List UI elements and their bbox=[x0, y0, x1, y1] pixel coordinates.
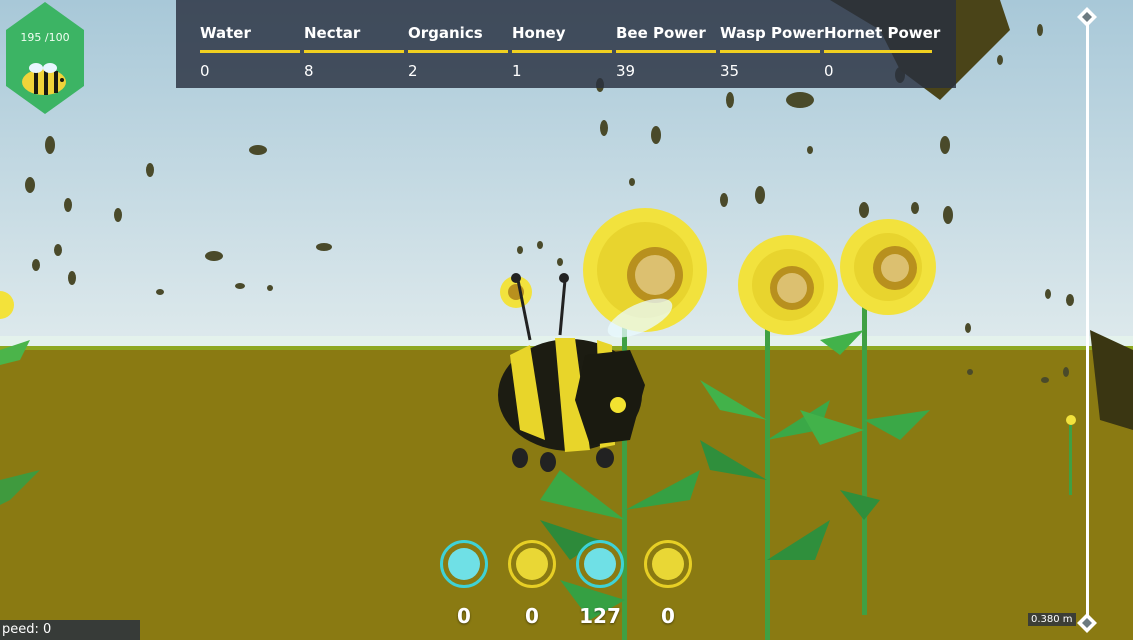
inventory-slot-pollen[interactable] bbox=[644, 540, 692, 588]
inventory-count: 0 bbox=[457, 604, 471, 628]
resource-value: 39 bbox=[616, 62, 636, 80]
resource-divider bbox=[720, 50, 820, 53]
resource-value: 1 bbox=[512, 62, 522, 80]
speed-readout: peed: 0 bbox=[0, 620, 140, 640]
game-scene bbox=[0, 0, 1133, 640]
resource-label: Bee Power bbox=[616, 24, 706, 42]
resource-value: 35 bbox=[720, 62, 740, 80]
resource-nectar: Nectar 8 bbox=[304, 0, 404, 88]
resource-divider bbox=[200, 50, 300, 53]
inventory-slot-water[interactable] bbox=[440, 540, 488, 588]
resource-bee-power: Bee Power 39 bbox=[616, 0, 716, 88]
resource-divider bbox=[408, 50, 508, 53]
inventory-count: 127 bbox=[579, 604, 621, 628]
resource-organics: Organics 2 bbox=[408, 0, 508, 88]
health-readout: 195 /100 bbox=[20, 31, 70, 44]
resource-label: Organics bbox=[408, 24, 483, 42]
pollen-flower-icon bbox=[516, 548, 548, 580]
resource-divider bbox=[512, 50, 612, 53]
water-droplet-icon bbox=[448, 548, 480, 580]
scene-canvas bbox=[0, 0, 1133, 640]
health-hexagon bbox=[6, 2, 84, 114]
resource-value: 2 bbox=[408, 62, 418, 80]
inventory-count: 0 bbox=[661, 604, 675, 628]
resource-honey: Honey 1 bbox=[512, 0, 612, 88]
resource-divider bbox=[616, 50, 716, 53]
resource-panel: Water 0 Nectar 8 Organics 2 Honey 1 Bee … bbox=[176, 0, 956, 88]
inventory-count: 0 bbox=[525, 604, 539, 628]
resource-wasp-power: Wasp Power 35 bbox=[720, 0, 824, 88]
resource-divider bbox=[304, 50, 404, 53]
resource-label: Nectar bbox=[304, 24, 361, 42]
resource-divider bbox=[824, 50, 932, 53]
water-droplet-icon bbox=[584, 548, 616, 580]
resource-hornet-power: Hornet Power 0 bbox=[824, 0, 940, 88]
resource-water: Water 0 bbox=[200, 0, 300, 88]
altitude-top-marker-icon bbox=[1077, 7, 1097, 27]
resource-label: Wasp Power bbox=[720, 24, 824, 42]
altitude-track bbox=[1086, 18, 1089, 620]
resource-label: Honey bbox=[512, 24, 566, 42]
resource-label: Hornet Power bbox=[824, 24, 941, 42]
resource-label: Water bbox=[200, 24, 251, 42]
inventory-slot-pollen[interactable] bbox=[508, 540, 556, 588]
resource-value: 0 bbox=[824, 62, 834, 80]
resource-value: 0 bbox=[200, 62, 210, 80]
pollen-flower-icon bbox=[652, 548, 684, 580]
resource-value: 8 bbox=[304, 62, 314, 80]
altitude-readout: 0.380 m bbox=[1028, 613, 1076, 626]
altitude-position-marker-icon[interactable] bbox=[1076, 612, 1098, 634]
inventory-slot-water[interactable] bbox=[576, 540, 624, 588]
